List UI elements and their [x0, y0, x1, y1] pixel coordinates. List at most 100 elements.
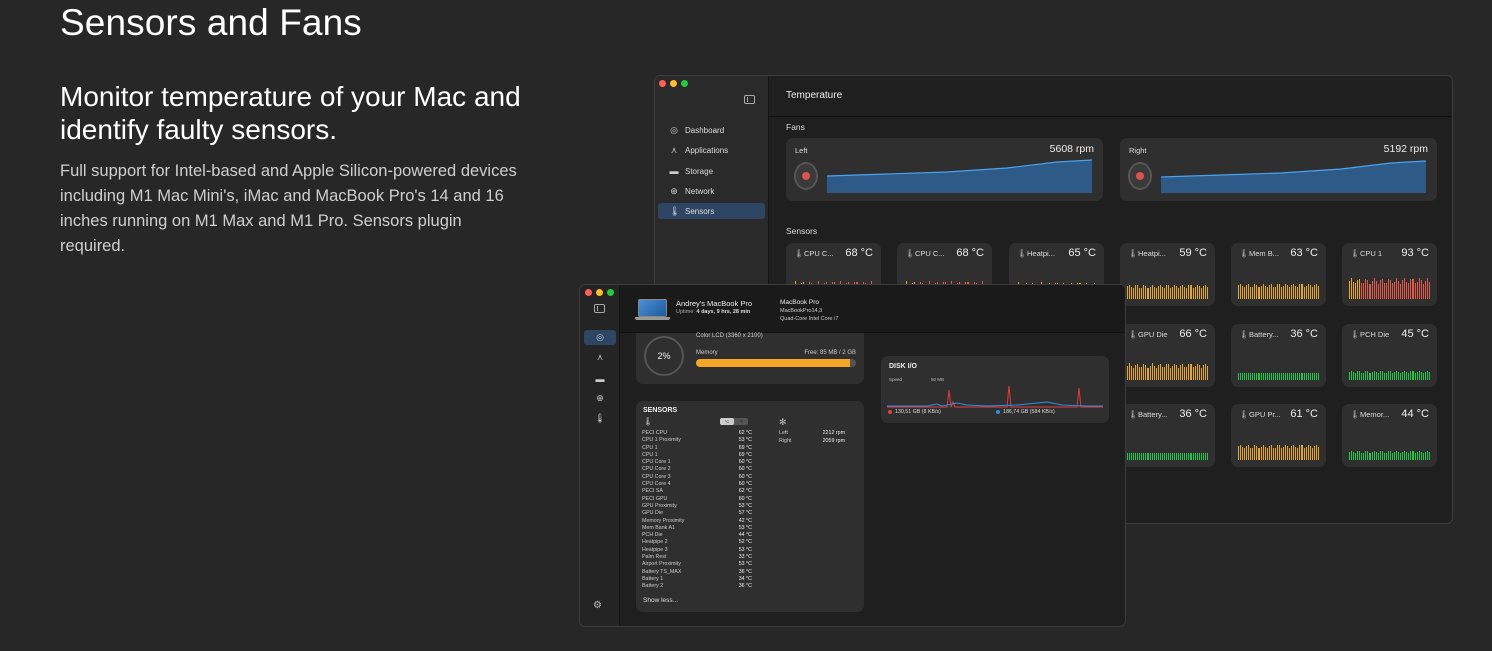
sensor-history-bar: [1184, 287, 1186, 299]
hero-subtitle: Monitor temperature of your Mac and iden…: [60, 81, 521, 145]
sidebar-item-network[interactable]: ⊕: [584, 391, 616, 406]
close-window-button[interactable]: [585, 289, 592, 296]
sensor-card[interactable]: 🌡︎ Heatpi... 59 °C: [1120, 243, 1215, 306]
sensor-history-bar: [1291, 373, 1293, 380]
sensor-history-bar: [1260, 373, 1262, 380]
show-less-link[interactable]: Show less...: [643, 597, 678, 604]
globe-icon: ⊕: [596, 393, 604, 403]
sensor-card[interactable]: 🌡︎ Mem B... 63 °C: [1231, 243, 1326, 306]
close-window-button[interactable]: [659, 80, 666, 87]
fan-speed-chart: [827, 159, 1092, 193]
sensor-card[interactable]: 🌡︎ Memor... 44 °C: [1342, 404, 1437, 467]
sensor-history-bar: [1278, 373, 1280, 380]
zoom-window-button[interactable]: [681, 80, 688, 87]
sidebar-item-applications[interactable]: ⋏: [584, 350, 616, 365]
sensor-history-bar: [1291, 285, 1293, 299]
sidebar-item-applications[interactable]: ⋏ Applications: [658, 142, 765, 158]
unit-celsius-option[interactable]: °C: [720, 418, 734, 425]
sensor-card[interactable]: 🌡︎ Battery... 36 °C: [1231, 324, 1326, 387]
sensor-history-bar: [1406, 452, 1408, 460]
sensor-row-name: Battery 1: [642, 575, 664, 582]
sensor-history-bar: [1305, 373, 1307, 380]
sensor-history-bar: [1161, 366, 1163, 380]
minimize-window-button[interactable]: [596, 289, 603, 296]
fan-row-name: Left: [779, 430, 788, 436]
fan-card-right[interactable]: Right 5192 rpm: [1120, 138, 1437, 201]
sensor-row: CPU 1 Proximity 53 °C: [642, 437, 752, 444]
sensor-card[interactable]: 🌡︎ CPU 1 93 °C: [1342, 243, 1437, 306]
sensor-history-bar: [1145, 285, 1147, 299]
sensor-row-name: CPU Core 2: [642, 466, 671, 473]
sensor-card[interactable]: 🌡︎ GPU Die 66 °C: [1120, 324, 1215, 387]
disk-io-chart: [887, 385, 1103, 408]
sensor-history-bar: [1315, 444, 1317, 460]
sensor-history-bar: [1157, 453, 1159, 460]
sensor-history-bar: [1309, 373, 1311, 380]
device-cpu: Quad-Core Intel Core i7: [780, 316, 839, 322]
sensor-history-bar: [1180, 285, 1182, 299]
sensor-history-bar: [1151, 284, 1153, 299]
sensor-history-bar: [1198, 365, 1200, 380]
sensor-history-bar: [1357, 279, 1359, 299]
fan-card-left[interactable]: Left 5608 rpm: [786, 138, 1103, 201]
disk-io-panel: DISK I/O Speed 50 MB 130,51 GB (8 KB/s) …: [881, 356, 1109, 423]
sidebar-item-dashboard[interactable]: ◎: [584, 330, 616, 345]
thermometer-icon: 🌡︎: [1350, 330, 1361, 339]
device-model-id: MacBookPro14,3: [780, 308, 823, 314]
sensor-row-value: 36 °C: [738, 583, 752, 590]
sensor-card[interactable]: 🌡︎ PCH Die 45 °C: [1342, 324, 1437, 387]
sensor-history-bar: [1396, 450, 1398, 460]
sidebar-item-network[interactable]: ⊕ Network: [658, 183, 765, 199]
sensor-history-bar: [1204, 452, 1206, 460]
sensor-history-bar: [1196, 363, 1198, 380]
minimize-window-button[interactable]: [670, 80, 677, 87]
gauge-icon: ◎: [596, 332, 604, 342]
sensor-history-bar: [1252, 373, 1254, 380]
zoom-window-button[interactable]: [607, 289, 614, 296]
sensor-history-bar: [1349, 280, 1351, 299]
sidebar-item-storage[interactable]: ▬: [584, 371, 616, 386]
sensor-history-bar: [1416, 282, 1418, 299]
sidebar-item-storage[interactable]: ▬ Storage: [658, 163, 765, 179]
dashboard-window: ◎ ⋏ ▬ ⊕ 🌡︎ ⚙ Andrey's MacBook Pro Uptime…: [579, 284, 1126, 627]
sensor-history-bar: [1355, 283, 1357, 299]
sensor-row-value: 33 °C: [738, 554, 752, 561]
sensor-row: Airport Proximity 53 °C: [642, 561, 752, 568]
sidebar-item-sensors[interactable]: 🌡︎: [584, 411, 616, 426]
sensor-history-bar: [1406, 372, 1408, 380]
sensor-history-bar: [1169, 367, 1172, 380]
unit-fahrenheit-option[interactable]: °F: [734, 418, 748, 425]
sensor-history-bar: [1161, 287, 1163, 299]
disk-io-title: DISK I/O: [889, 363, 918, 370]
sensor-history-bar: [1375, 372, 1377, 380]
unit-toggle[interactable]: °C °F: [720, 418, 748, 425]
sensor-history-bar: [1404, 450, 1406, 460]
sensor-history-bar: [1299, 373, 1301, 380]
sidebar-toggle-icon[interactable]: [594, 304, 605, 313]
sensor-history-bar: [1250, 373, 1252, 380]
sensor-row-value: 62 °C: [738, 488, 752, 495]
sensor-history-bar: [1305, 447, 1307, 460]
sensor-history-bar: [1291, 446, 1293, 460]
sensor-history-bar: [1270, 283, 1272, 299]
sensor-history-bar: [1202, 365, 1204, 380]
sensor-history-bar: [1363, 372, 1365, 380]
sidebar-toggle-icon[interactable]: [744, 95, 755, 104]
sensor-history-bar: [1194, 287, 1196, 299]
sensor-history-bar: [1250, 286, 1252, 299]
sensor-history-bar: [1293, 372, 1295, 380]
sensor-row: PECI CPU 62 °C: [642, 430, 752, 437]
sensor-history-bar: [1133, 288, 1135, 299]
sensor-card[interactable]: 🌡︎ Battery... 36 °C: [1120, 404, 1215, 467]
fan-icon: [794, 162, 818, 190]
sidebar-item-dashboard[interactable]: ◎ Dashboard: [658, 122, 765, 138]
sensor-row-name: Mem Bank A1: [642, 524, 675, 531]
sensor-name: PCH Die: [1360, 330, 1390, 339]
sensor-history-bar: [1353, 281, 1355, 299]
sensor-card[interactable]: 🌡︎ GPU Pr... 61 °C: [1231, 404, 1326, 467]
gear-icon[interactable]: ⚙: [593, 600, 602, 611]
sidebar-item-sensors[interactable]: 🌡︎ Sensors: [658, 203, 765, 219]
sensor-row: PCH Die 44 °C: [642, 532, 752, 539]
sensor-value: 93 °C: [1401, 247, 1429, 259]
sensor-history-bar: [1402, 371, 1404, 380]
